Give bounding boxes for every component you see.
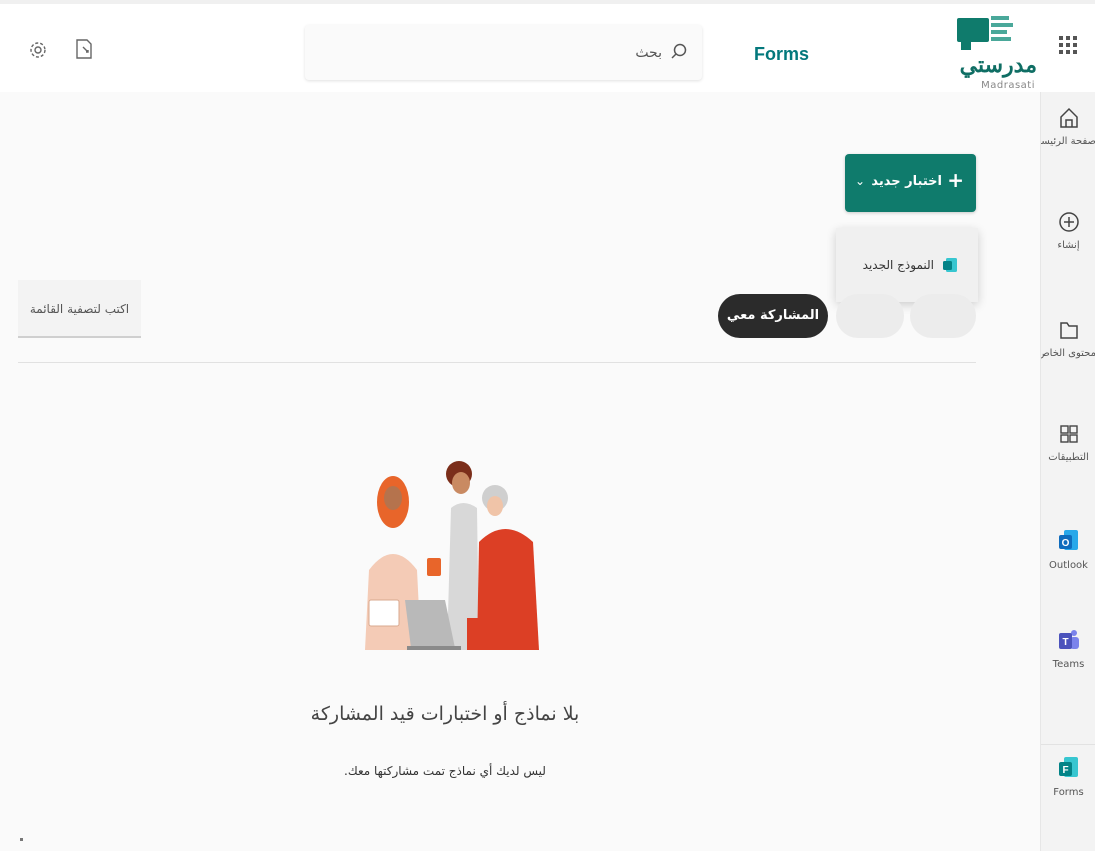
new-quiz-button[interactable]: + اختبار جديد ⌄ <box>845 154 976 212</box>
madrasati-logo[interactable]: مدرستي Madrasati <box>953 14 1037 92</box>
filter-pill-shared-with-me[interactable]: المشاركة معي <box>718 294 828 338</box>
decorative-dot <box>20 838 23 841</box>
logo-mark-icon <box>957 16 1013 50</box>
divider <box>18 362 976 363</box>
app-rail: صفحة الرئيسية إنشاء محتوى الخاص التطبيقا… <box>1040 92 1095 851</box>
app-launcher-icon[interactable] <box>1057 34 1079 56</box>
menu-item-new-form[interactable]: النموذج الجديد <box>836 228 978 302</box>
create-icon <box>1058 212 1079 232</box>
apps-icon <box>1059 425 1078 443</box>
rail-item-home[interactable]: صفحة الرئيسية <box>1041 106 1095 198</box>
svg-text:F: F <box>1062 765 1068 776</box>
app-title[interactable]: Forms <box>754 44 809 65</box>
rail-item-teams[interactable]: T Teams <box>1041 627 1095 719</box>
top-bar: مدرستي Madrasati Forms <box>0 0 1095 92</box>
filter-pill-mine[interactable] <box>836 294 904 338</box>
rail-item-forms[interactable]: F Forms <box>1041 744 1095 836</box>
new-dropdown-menu: النموذج الجديد <box>836 228 978 302</box>
outlook-icon: O <box>1058 530 1078 550</box>
home-icon <box>1059 107 1078 128</box>
plus-icon: + <box>947 168 964 192</box>
rail-label-forms: Forms <box>1053 787 1084 798</box>
brand-subtitle: Madrasati <box>981 80 1035 91</box>
chevron-down-icon[interactable]: ⌄ <box>855 174 865 188</box>
folder-icon <box>1059 322 1078 339</box>
rail-item-outlook[interactable]: O Outlook <box>1041 528 1095 620</box>
new-quiz-label: اختبار جديد <box>871 174 942 189</box>
rail-label-home: صفحة الرئيسية <box>1041 136 1095 147</box>
filter-list-input[interactable]: اكتب لتصفية القائمة <box>18 280 141 338</box>
search-box[interactable] <box>305 25 702 80</box>
settings-gear-icon[interactable] <box>28 40 48 60</box>
empty-state-illustration <box>365 461 539 650</box>
forms-icon: F <box>1058 757 1078 777</box>
empty-state-subtitle: ليس لديك أي نماذج تمت مشاركتها معك. <box>344 764 546 778</box>
rail-label-teams: Teams <box>1052 659 1085 670</box>
filter-pill-recent[interactable] <box>910 294 976 338</box>
svg-text:T: T <box>1062 637 1068 648</box>
empty-state-title: بلا نماذج أو اختبارات قيد المشاركة <box>310 703 580 725</box>
rail-label-create: إنشاء <box>1057 240 1080 251</box>
forms-icon <box>943 258 957 272</box>
teams-icon: T <box>1058 630 1079 649</box>
rail-item-my-content[interactable]: محتوى الخاص <box>1041 318 1095 410</box>
search-input[interactable] <box>362 39 662 67</box>
rail-label-apps: التطبيقات <box>1048 452 1089 463</box>
rail-label-outlook: Outlook <box>1049 560 1088 571</box>
rail-item-apps[interactable]: التطبيقات <box>1041 422 1095 514</box>
brand-name: مدرستي <box>959 52 1037 78</box>
rail-label-my-content: محتوى الخاص <box>1041 348 1095 359</box>
svg-text:O: O <box>1061 538 1069 549</box>
search-icon <box>671 43 687 59</box>
menu-item-new-form-label: النموذج الجديد <box>862 258 934 272</box>
rail-item-create[interactable]: إنشاء <box>1041 210 1095 302</box>
feedback-icon[interactable] <box>74 38 94 60</box>
